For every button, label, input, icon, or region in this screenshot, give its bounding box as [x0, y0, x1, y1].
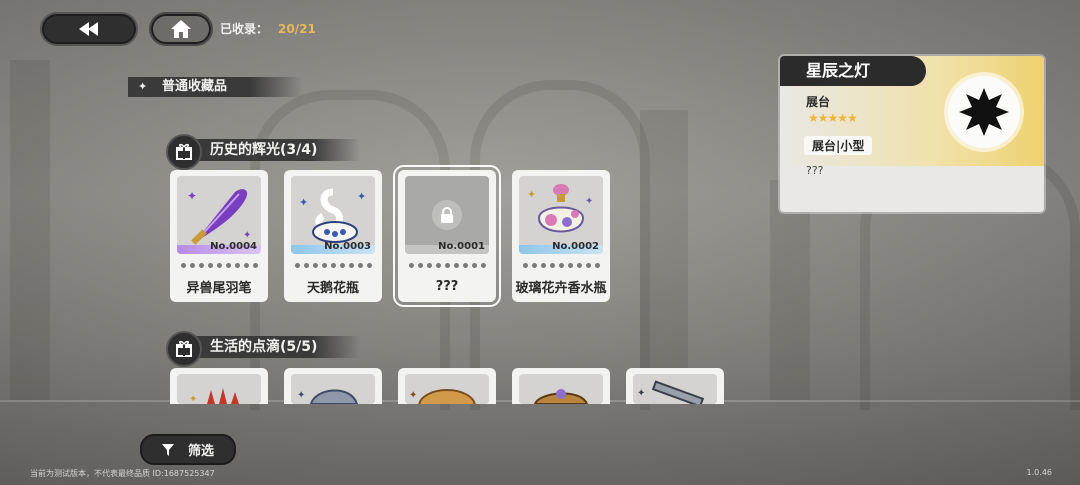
category-header-history: 历史的辉光(3/4): [166, 134, 360, 170]
item-detail-panel: 星辰之灯 展台 ★★★★★ 展台|小型 ???: [780, 56, 1044, 212]
svg-text:✦: ✦: [187, 189, 197, 203]
detail-category: 展台: [806, 95, 831, 109]
collection-card[interactable]: ✦ ✦ No.0003 天鹅花瓶: [284, 170, 382, 302]
silhouette-icon: [948, 76, 1020, 148]
collection-card[interactable]: ✦ ✦ No.0002 玻璃花卉香水瓶: [512, 170, 610, 302]
collection-card[interactable]: ✦ ✦ No.0004 异兽尾羽笔: [170, 170, 268, 302]
item-name: 异兽尾羽笔: [170, 270, 268, 302]
item-number: No.0002: [552, 241, 599, 252]
home-icon: [171, 20, 191, 38]
item-name: 玻璃花卉香水瓶: [512, 270, 610, 302]
collection-card-selected[interactable]: No.0001 ???: [393, 165, 501, 307]
category-title: 历史的辉光(3/4): [210, 142, 318, 158]
svg-text:✦: ✦: [357, 190, 366, 203]
home-button[interactable]: [149, 12, 213, 46]
section-title: ✦ 普通收藏品: [128, 77, 302, 97]
gift-icon: [166, 134, 202, 170]
collection-card[interactable]: ✦: [398, 368, 496, 404]
svg-text:✦: ✦: [585, 196, 593, 207]
rewind-icon: [79, 22, 98, 36]
collection-card[interactable]: ✦: [626, 368, 724, 404]
item-number: No.0001: [438, 241, 485, 252]
collection-card[interactable]: ✦: [284, 368, 382, 404]
candles-icon: ✦: [189, 388, 239, 404]
sparkle-icon: ✦: [138, 80, 148, 93]
rarity-stars: ★★★★★: [808, 111, 858, 125]
category-title: 生活的点滴(5/5): [210, 339, 318, 355]
svg-text:✦: ✦: [189, 394, 197, 404]
svg-text:✦: ✦: [299, 196, 308, 209]
back-button[interactable]: [40, 12, 138, 46]
item-number: No.0004: [210, 241, 257, 252]
svg-text:✦: ✦: [527, 188, 536, 201]
collected-count: 已收录： 20/21: [220, 20, 316, 37]
gift-icon: [166, 331, 202, 367]
bread-icon: ✦: [409, 389, 476, 404]
detail-title: 星辰之灯: [780, 56, 926, 86]
ticket-perforation: [398, 260, 496, 270]
collected-label: 已收录：: [220, 22, 269, 36]
ticket-perforation: [170, 260, 268, 270]
detail-tag: 展台|小型: [804, 136, 873, 155]
svg-text:✦: ✦: [637, 388, 645, 399]
ticket-perforation: [284, 260, 382, 270]
version-label: 1.0.46: [1026, 468, 1052, 477]
svg-text:✦: ✦: [243, 230, 251, 241]
basket-icon: [533, 389, 589, 404]
lock-icon: [432, 200, 462, 230]
collected-value: 20/21: [278, 22, 316, 36]
svg-text:✦: ✦: [409, 390, 417, 401]
section-title-label: 普通收藏品: [162, 79, 228, 94]
item-name: 天鹅花瓶: [284, 270, 382, 302]
item-number: No.0003: [324, 241, 371, 252]
collection-card[interactable]: [512, 368, 610, 404]
filter-button[interactable]: 筛选: [140, 434, 236, 465]
shell-icon: ✦: [297, 389, 359, 404]
collection-card[interactable]: ✦: [170, 368, 268, 404]
detail-description: ???: [806, 164, 824, 177]
svg-text:✦: ✦: [297, 390, 305, 401]
ticket-perforation: [512, 260, 610, 270]
filter-label: 筛选: [187, 444, 214, 459]
category-header-life: 生活的点滴(5/5): [166, 331, 360, 367]
build-note: 当前为测试版本，不代表最终品质 ID:1687525347: [30, 469, 215, 478]
funnel-icon: [161, 443, 174, 456]
item-name: ???: [398, 270, 496, 302]
pen-icon: ✦: [637, 380, 705, 404]
